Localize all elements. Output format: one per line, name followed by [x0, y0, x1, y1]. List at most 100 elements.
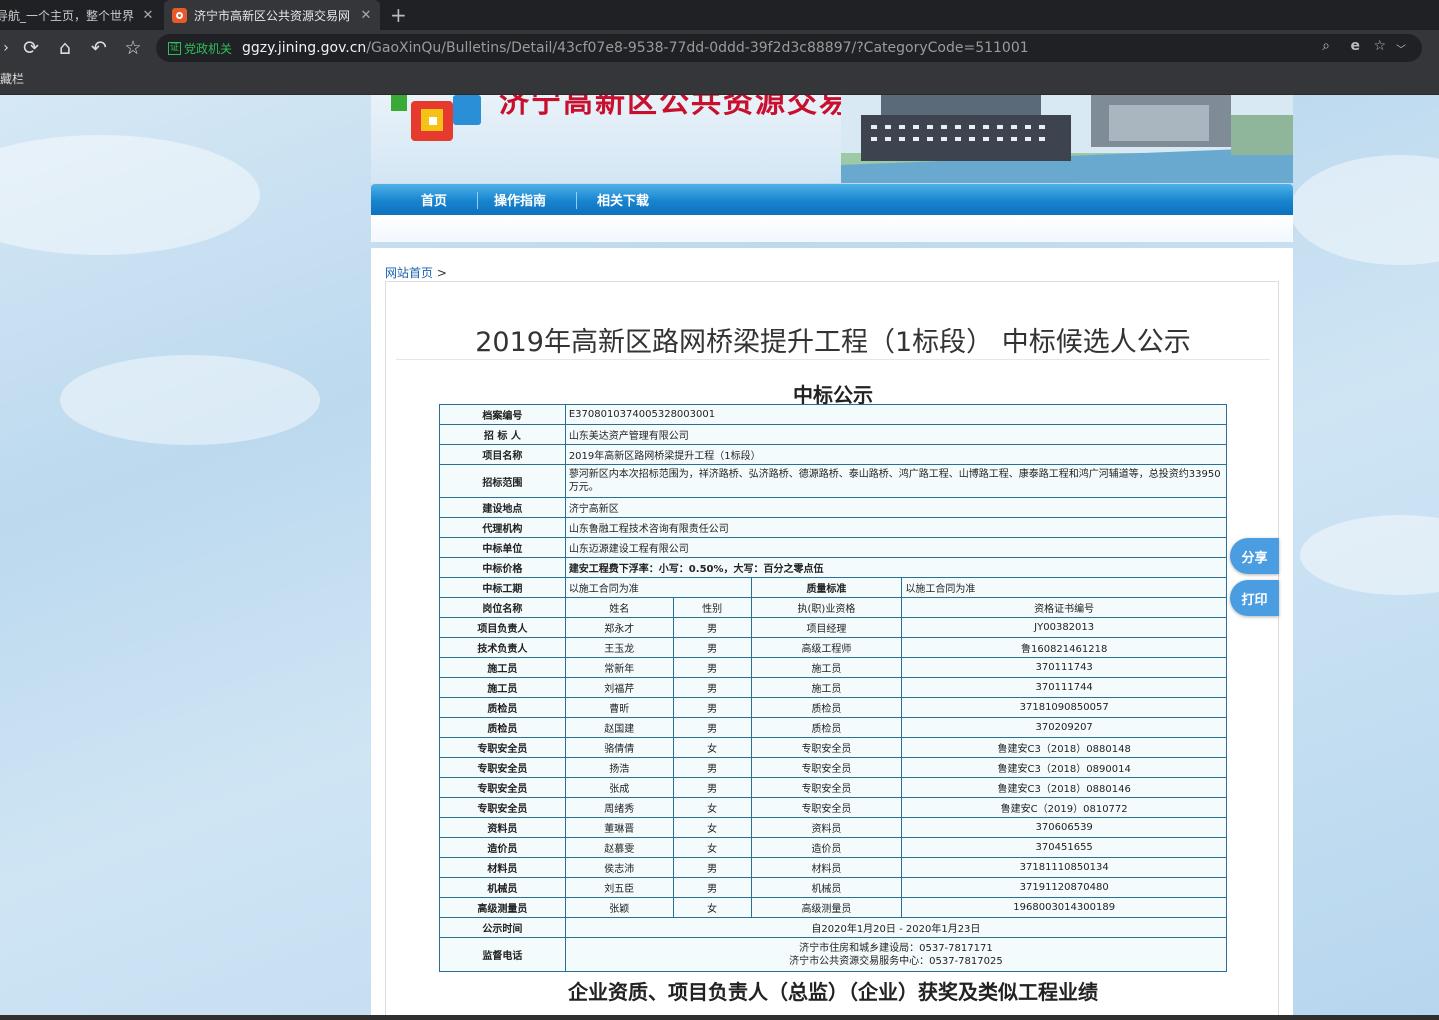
staff-sex: 男 — [672, 657, 752, 678]
nav-home[interactable]: 首页 — [421, 184, 447, 215]
background-cloud — [1300, 515, 1439, 595]
period-value: 以施工合同为准 — [564, 577, 752, 598]
staff-name: 扬浩 — [564, 757, 674, 778]
staff-name: 周绪秀 — [564, 797, 674, 818]
gov-badge: 证 党政机关 — [168, 40, 232, 57]
staff-qualification: 质检员 — [750, 697, 903, 718]
tab-navigation-home[interactable]: 导航_一个主页，整个世界 ✕ — [0, 0, 162, 30]
staff-name: 张颖 — [564, 897, 674, 918]
breadcrumb-separator: > — [436, 266, 447, 280]
star-icon[interactable]: ☆ — [121, 36, 145, 60]
staff-name: 赵慕雯 — [564, 837, 674, 858]
staff-role: 材料员 — [439, 857, 566, 878]
table-row: 中标单位 山东迈源建设工程有限公司 — [439, 537, 1228, 558]
staff-cert: 370209207 — [901, 717, 1227, 738]
agency-value: 山东鲁融工程技术咨询有限责任公司 — [564, 517, 1228, 538]
section-heading: 企业资质、项目负责人（总监）（企业）获奖及类似工程业绩 — [568, 980, 1098, 1004]
background-cloud — [1290, 155, 1439, 265]
staff-sex: 女 — [672, 897, 752, 918]
bookmarks-bar: 收藏栏 — [0, 66, 1439, 95]
staff-sex: 男 — [672, 777, 752, 798]
url-host: ggzy.jining.gov.cn — [242, 40, 367, 56]
undo-icon[interactable]: ↶ — [87, 36, 111, 60]
staff-cert: 37191120870480 — [901, 877, 1227, 898]
staff-sex: 男 — [672, 757, 752, 778]
print-button[interactable]: 打印 — [1230, 580, 1279, 616]
project-value: 2019年高新区路网桥梁提升工程（1标段） — [564, 444, 1228, 465]
site-favicon-icon — [172, 7, 187, 23]
staff-name: 骆倩倩 — [564, 737, 674, 758]
table-row: 机械员 刘五臣男机械员 37191120870480 — [439, 877, 1227, 898]
staff-role: 项目负责人 — [439, 617, 566, 638]
address-bar[interactable]: 证 党政机关 ggzy.jining.gov.cn/GaoXinQu/Bulle… — [156, 34, 1422, 62]
table-row: 监督电话 济宁市住房和城乡建设局：0537-7817171 济宁市公共资源交易服… — [439, 937, 1228, 972]
table-row: 专职安全员 张成男专职安全员 鲁建安C3（2018）0880146 — [439, 777, 1227, 798]
browser-toolbar: › ⟳ ⌂ ↶ ☆ 证 党政机关 ggzy.jining.gov.cn/GaoX… — [0, 30, 1439, 66]
reload-icon[interactable]: ⟳ — [19, 36, 43, 60]
table-row: 造价员 赵慕雯女造价员 370451655 — [439, 837, 1227, 858]
chevron-down-icon[interactable]: ﹀ — [1396, 41, 1406, 56]
close-icon[interactable]: ✕ — [358, 8, 374, 23]
scope-value: 蓼河新区内本次招标范围为，祥济路桥、弘济路桥、德源路桥、泰山路桥、鸿广路工程、山… — [564, 464, 1228, 498]
share-button[interactable]: 分享 — [1230, 538, 1279, 574]
tab-bar: 导航_一个主页，整个世界 ✕ 济宁市高新区公共资源交易网 ✕ + — [0, 0, 1439, 30]
header-name: 姓名 — [564, 597, 674, 618]
breadcrumb-home-link[interactable]: 网站首页 — [385, 266, 433, 280]
staff-role: 施工员 — [439, 677, 566, 698]
table-row: 专职安全员 周绪秀女专职安全员 鲁建安C（2019）0810772 — [439, 797, 1227, 818]
supervision-line: 济宁市公共资源交易服务中心：0537-7817025 — [789, 955, 1003, 967]
staff-role: 造价员 — [439, 837, 566, 858]
staff-qualification: 施工员 — [750, 677, 903, 698]
staff-name: 赵国建 — [564, 717, 674, 738]
staff-sex: 男 — [672, 617, 752, 638]
url-path: /GaoXinQu/Bulletins/Detail/43cf07e8-9538… — [366, 40, 1029, 56]
staff-sex: 男 — [672, 637, 752, 658]
header-sex: 性别 — [672, 597, 752, 618]
main-nav: 首页 操作指南 相关下载 — [371, 184, 1293, 215]
tenderer-label: 招 标 人 — [439, 424, 566, 445]
tab-label: 导航_一个主页，整个世界 — [0, 8, 135, 23]
close-icon[interactable]: ✕ — [140, 8, 156, 23]
content-panel: 网站首页 > 2019年高新区路网桥梁提升工程（1标段） 中标候选人公示 中标公… — [371, 248, 1293, 1015]
site-logo-icon — [391, 95, 481, 141]
tab-jining-resource[interactable]: 济宁市高新区公共资源交易网 ✕ — [164, 0, 380, 30]
table-row: 项目名称 2019年高新区路网桥梁提升工程（1标段） — [439, 444, 1228, 465]
forward-icon[interactable]: › — [0, 36, 18, 60]
table-row: 高级测量员 张颖女高级测量员 1968003014300189 — [439, 897, 1227, 918]
staff-rows: 项目负责人 郑永才男项目经理 JY00382013 技术负责人 王玉龙男高级工程师 鲁16… — [439, 617, 1227, 918]
gov-badge-label: 党政机关 — [184, 41, 233, 56]
table-row: 施工员 常新年男施工员 370111743 — [439, 657, 1227, 678]
staff-qualification: 专职安全员 — [750, 737, 903, 758]
supervision-value: 济宁市住房和城乡建设局：0537-7817171 济宁市公共资源交易服务中心：0… — [564, 937, 1228, 972]
staff-sex: 男 — [672, 677, 752, 698]
staff-role: 资料员 — [439, 817, 566, 838]
nav-guide[interactable]: 操作指南 — [494, 184, 546, 215]
staff-cert: 鲁建安C3（2018）0880146 — [901, 777, 1227, 798]
staff-role: 专职安全员 — [439, 737, 566, 758]
staff-cert: 1968003014300189 — [901, 897, 1227, 918]
header-role: 岗位名称 — [439, 597, 566, 618]
banner-title: 济宁高新区公共资源交易 — [499, 95, 851, 120]
staff-name: 张成 — [564, 777, 674, 798]
ie-icon[interactable]: e — [1351, 38, 1361, 54]
nav-downloads[interactable]: 相关下载 — [597, 184, 649, 215]
staff-role: 机械员 — [439, 877, 566, 898]
staff-role: 施工员 — [439, 657, 566, 678]
staff-cert: 370111744 — [901, 677, 1227, 698]
staff-cert: 37181090850057 — [901, 697, 1227, 718]
nav-divider — [477, 192, 478, 209]
staff-sex: 男 — [672, 857, 752, 878]
zoom-icon[interactable]: ⌕ — [1322, 38, 1330, 54]
bookmarks-label[interactable]: 收藏栏 — [0, 72, 24, 86]
new-tab-button[interactable]: + — [390, 3, 407, 27]
winner-value: 山东迈源建设工程有限公司 — [564, 537, 1228, 558]
staff-cert: 37181110850134 — [901, 857, 1227, 878]
home-icon[interactable]: ⌂ — [53, 36, 77, 60]
table-row: 项目负责人 郑永才男项目经理 JY00382013 — [439, 617, 1227, 638]
staff-qualification: 高级测量员 — [750, 897, 903, 918]
staff-name: 董琳晋 — [564, 817, 674, 838]
staff-sex: 男 — [672, 697, 752, 718]
bookmark-star-icon[interactable]: ☆ — [1373, 38, 1386, 54]
staff-name: 王玉龙 — [564, 637, 674, 658]
table-row: 专职安全员 骆倩倩女专职安全员 鲁建安C3（2018）0880148 — [439, 737, 1227, 758]
